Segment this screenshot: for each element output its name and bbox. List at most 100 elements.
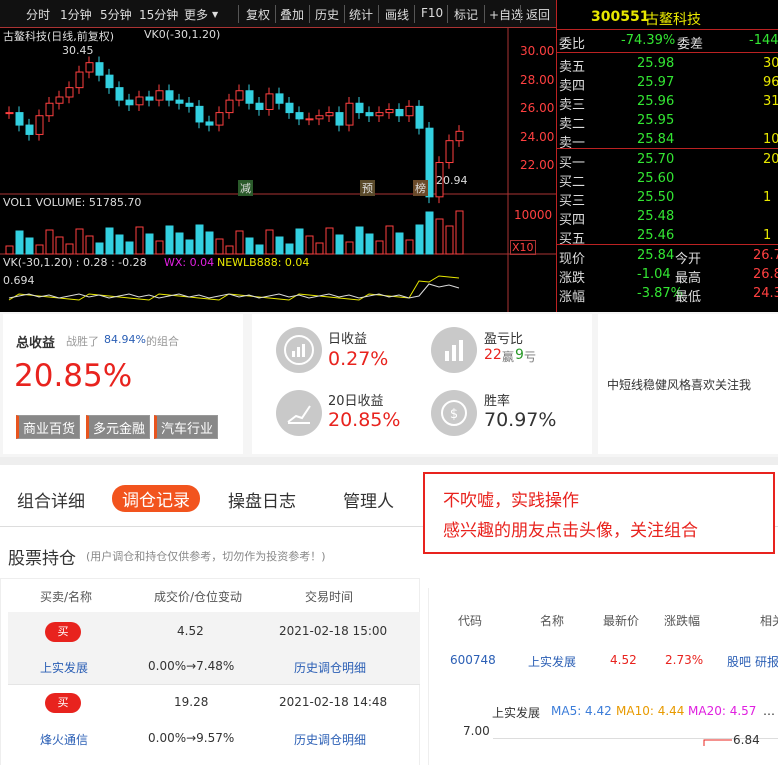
research-link[interactable]: 研报 — [755, 653, 778, 670]
tb-fuquan[interactable]: 复权 — [246, 6, 270, 23]
more-label: … — [763, 704, 775, 718]
mini-chart-pointer — [703, 739, 732, 746]
kline-chart[interactable] — [0, 28, 556, 312]
tb-5min[interactable]: 5分钟 — [100, 6, 132, 23]
promo-line-2: 感兴趣的朋友点击头像，关注组合 — [443, 521, 698, 541]
event-mark-reduce[interactable]: 减 — [238, 180, 253, 196]
volume-bar — [375, 240, 384, 255]
candle — [255, 102, 264, 110]
profit-win-count: 22 — [484, 347, 502, 363]
stock-name-link[interactable]: 烽火通信 — [40, 731, 88, 748]
chart-toolbar: 分时 1分钟 5分钟 15分钟 更多 ▼ 复权 叠加 历史 统计 画线 F10 … — [0, 0, 556, 28]
tb-biaoji[interactable]: 标记 — [454, 6, 478, 23]
candle — [5, 112, 14, 115]
event-mark-forecast[interactable]: 预 — [360, 180, 375, 196]
quote-row[interactable]: 买四 25.48 — [557, 208, 778, 228]
daily-return-icon — [276, 327, 322, 373]
candle — [285, 102, 294, 114]
volume-bar — [105, 227, 114, 255]
promo-callout: 不吹嘘，实践操作 感兴趣的朋友点击头像，关注组合 — [423, 472, 775, 554]
win-rate-label: 胜率 — [484, 394, 511, 409]
history-detail-link[interactable]: 历史调仓明细 — [294, 731, 366, 748]
quote-row[interactable]: 卖三 25.96 31 — [557, 93, 778, 113]
candle — [225, 99, 234, 114]
candle — [55, 96, 64, 104]
volume-bar — [155, 240, 164, 255]
stock-code-link[interactable]: 600748 — [450, 653, 496, 667]
volume-bar — [455, 210, 464, 255]
tb-huaxian[interactable]: 画线 — [385, 6, 409, 23]
guba-link[interactable]: 股吧 — [727, 653, 751, 670]
quote-row[interactable]: 卖二 25.95 — [557, 112, 778, 132]
stock-name-link[interactable]: 上实发展 — [528, 653, 576, 670]
quote-row[interactable]: 卖五 25.98 30 — [557, 55, 778, 75]
candle — [65, 87, 74, 98]
profit-ratio-icon — [431, 327, 477, 373]
volume-bar — [215, 238, 224, 255]
candle — [315, 115, 324, 120]
tag-finance[interactable]: 多元金融 — [86, 415, 151, 439]
quote-row[interactable]: 涨跌 -1.04 最高 26.8 — [557, 266, 778, 286]
event-mark-list[interactable]: 榜 — [413, 180, 428, 196]
candle — [155, 90, 164, 101]
ma5-label: MA5: 4.42 — [551, 704, 612, 718]
quote-row[interactable]: 买二 25.60 — [557, 170, 778, 190]
holdings-title: 股票持仓 — [8, 549, 76, 569]
tb-diejia[interactable]: 叠加 — [280, 6, 304, 23]
candle — [165, 90, 174, 101]
quote-row[interactable]: 卖四 25.97 96 — [557, 74, 778, 94]
history-detail-link[interactable]: 历史调仓明细 — [294, 659, 366, 676]
price-tick: 28.00 — [520, 73, 555, 87]
trading-terminal: 分时 1分钟 5分钟 15分钟 更多 ▼ 复权 叠加 历史 统计 画线 F10 … — [0, 0, 778, 312]
candle — [445, 140, 454, 164]
tag-retail[interactable]: 商业百货 — [16, 415, 81, 439]
volume-bar — [335, 234, 344, 255]
volume-bar — [75, 228, 84, 255]
total-return-label: 总收益 — [16, 336, 56, 351]
position-change: 0.00%→9.57% — [148, 731, 235, 745]
tb-add-watch[interactable]: +自选 — [489, 6, 523, 23]
indicator-label[interactable]: VK0(-30,1.20) — [144, 28, 220, 41]
total-return-value: 20.85% — [14, 358, 133, 394]
col-header: 涨跌幅 — [664, 614, 701, 628]
tb-more[interactable]: 更多 — [184, 6, 208, 23]
tag-auto[interactable]: 汽车行业 — [154, 415, 219, 439]
candle — [105, 74, 114, 89]
promo-line-1: 不吹嘘，实践操作 — [443, 491, 579, 511]
tb-lishi[interactable]: 历史 — [315, 6, 339, 23]
portfolio-description: 中短线稳健风格喜欢关注我 — [607, 378, 752, 392]
candle — [345, 102, 354, 126]
volume-bar — [115, 234, 124, 255]
price-tick: 22.00 — [520, 158, 555, 172]
candle — [405, 105, 414, 117]
20d-return-label: 20日收益 — [328, 394, 384, 409]
tab-trading-log[interactable]: 操盘日志 — [228, 487, 296, 512]
quote-row[interactable]: 买三 25.50 1 — [557, 189, 778, 209]
profit-win-unit: 赢 — [502, 350, 515, 364]
volume-bar — [345, 241, 354, 255]
candle — [455, 130, 464, 142]
tab-portfolio-detail[interactable]: 组合详细 — [17, 487, 85, 512]
tb-tongji[interactable]: 统计 — [349, 6, 373, 23]
mini-axis-tick: 7.00 — [463, 724, 490, 738]
tb-fenshi[interactable]: 分时 — [26, 6, 50, 23]
candle — [185, 102, 194, 107]
quote-row[interactable]: 涨幅 -3.87% 最低 24.3 — [557, 285, 778, 305]
stock-name-link[interactable]: 上实发展 — [40, 659, 88, 676]
quote-row[interactable]: 买一 25.70 20 — [557, 151, 778, 171]
tab-rebalance-records[interactable]: 调仓记录 — [112, 485, 200, 512]
candle — [45, 102, 54, 117]
tab-manager[interactable]: 管理人 — [343, 487, 394, 512]
volume-bar — [275, 236, 284, 255]
quote-row[interactable]: 现价 25.84 今开 26.7 — [557, 247, 778, 267]
volume-bar — [285, 243, 294, 255]
volume-tick: 10000 — [514, 208, 553, 222]
tb-1min[interactable]: 1分钟 — [60, 6, 92, 23]
volume-bar — [435, 218, 444, 255]
candle — [35, 115, 44, 135]
chevron-down-icon[interactable]: ▼ — [212, 10, 218, 19]
tb-15min[interactable]: 15分钟 — [139, 6, 178, 23]
tb-back[interactable]: 返回 — [526, 6, 550, 23]
tb-f10[interactable]: F10 — [421, 6, 443, 20]
volume-bar — [385, 225, 394, 255]
